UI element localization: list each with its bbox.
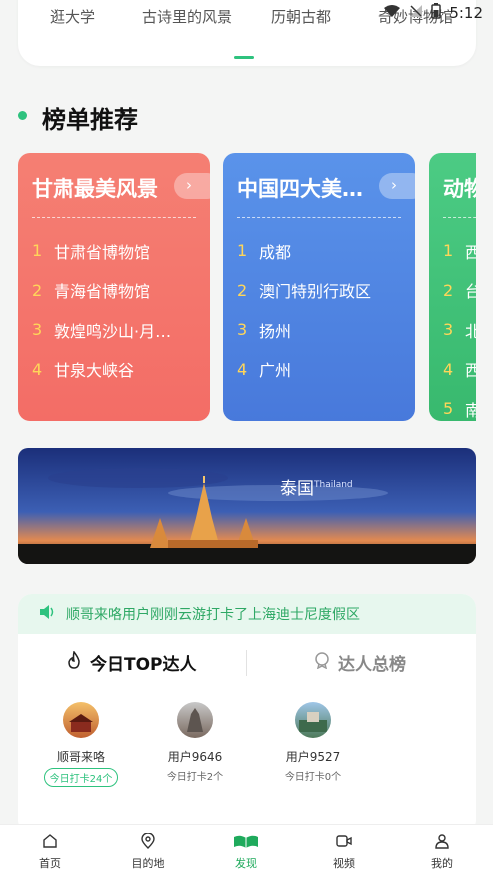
open-book-icon: [234, 835, 258, 848]
rank-item[interactable]: 1西: [443, 231, 476, 271]
flame-icon: [66, 649, 82, 674]
avatar: [177, 702, 213, 738]
rank-card-title: 动物: [443, 177, 476, 201]
user-item[interactable]: 用户9646 今日打卡2个: [140, 702, 250, 783]
segment-label: 达人总榜: [338, 654, 406, 675]
rank-card-carousel[interactable]: 甘肃最美风景 › 1 甘肃省博物馆 2 青海省博物馆 3 敦煌鸣沙山·月… 4 甘泉大峡…: [18, 153, 476, 421]
user-checkin-count: 今日打卡2个: [166, 772, 224, 783]
tab-university[interactable]: 逛大学: [50, 6, 95, 27]
rank-item[interactable]: 3 扬州: [237, 310, 405, 350]
home-icon: [43, 834, 57, 848]
rank-card-title: 甘肃最美风景: [32, 177, 158, 201]
battery-icon: [431, 3, 442, 23]
nav-label: 我的: [431, 857, 453, 870]
tab-poetry-scenery[interactable]: 古诗里的风景: [142, 6, 232, 27]
user-list: 顺哥来咯 今日打卡24个 用户9646 今日打卡2个 用户9527 今日打卡0个: [18, 702, 476, 802]
user-checkin-count: 今日打卡0个: [284, 772, 342, 783]
rank-item[interactable]: 3北: [443, 310, 476, 350]
rank-card-gansu[interactable]: 甘肃最美风景 › 1 甘肃省博物馆 2 青海省博物馆 3 敦煌鸣沙山·月… 4 甘泉大峡…: [18, 153, 210, 421]
rank-item[interactable]: 2台: [443, 271, 476, 311]
nav-label: 首页: [39, 857, 61, 870]
speaker-icon: [38, 604, 56, 624]
banner-subtitle: Thailand: [314, 480, 353, 490]
thailand-banner[interactable]: 泰国 Thailand: [18, 448, 476, 564]
wifi-icon: [383, 4, 401, 22]
tab-all-ranking[interactable]: 达人总榜: [314, 642, 406, 682]
tab-active-indicator: [234, 56, 254, 59]
rank-item[interactable]: 1 成都: [237, 231, 405, 271]
status-time: 5:12: [449, 4, 483, 22]
rank-item[interactable]: 3 敦煌鸣沙山·月…: [32, 310, 200, 350]
segment-divider: [246, 650, 247, 676]
banner-image: [18, 448, 476, 564]
banner-title: 泰国: [280, 479, 314, 499]
divider: [443, 217, 476, 218]
user-item[interactable]: 用户9527 今日打卡0个: [258, 702, 368, 783]
tab-ancient-capitals[interactable]: 历朝古都: [271, 6, 331, 27]
bottom-nav: 首页 目的地 发现 视频 我的: [0, 824, 493, 878]
section-dot: [18, 111, 27, 120]
rank-item[interactable]: 4 甘泉大峡谷: [32, 350, 200, 390]
divider: [32, 217, 196, 218]
rank-card-animals[interactable]: 动物 1西 2台 3北 4西 5南: [429, 153, 476, 421]
rank-item[interactable]: 5南: [443, 389, 476, 421]
tab-today-top[interactable]: 今日TOP达人: [66, 642, 197, 682]
nav-label: 目的地: [131, 857, 165, 870]
avatar: [63, 702, 99, 738]
nav-label: 发现: [235, 857, 257, 870]
video-icon: [336, 835, 352, 847]
rank-card-title: 中国四大美…: [237, 177, 363, 201]
nav-profile[interactable]: 我的: [412, 833, 472, 871]
user-name: 用户9646: [167, 750, 223, 764]
location-pin-icon: [141, 833, 155, 849]
rank-item[interactable]: 2 澳门特别行政区: [237, 271, 405, 311]
no-signal-icon: [409, 4, 423, 22]
user-checkin-count: 今日打卡24个: [43, 768, 119, 787]
medal-icon: [314, 651, 330, 674]
nav-label: 视频: [333, 857, 355, 870]
chevron-right-icon[interactable]: ›: [379, 173, 415, 199]
user-icon: [435, 834, 449, 849]
top-users-card: 顺哥来咯用户刚刚云游打卡了上海迪士尼度假区 今日TOP达人 达人总榜 顺哥来咯 …: [18, 594, 476, 834]
status-bar: 5:12: [383, 0, 483, 26]
segment-label: 今日TOP达人: [90, 654, 197, 675]
divider: [237, 217, 401, 218]
nav-home[interactable]: 首页: [20, 833, 80, 871]
notice-text: 顺哥来咯用户刚刚云游打卡了上海迪士尼度假区: [66, 607, 360, 623]
section-title: 榜单推荐: [42, 106, 138, 134]
nav-discover[interactable]: 发现: [216, 833, 276, 871]
user-name: 顺哥来咯: [56, 750, 105, 764]
rank-item[interactable]: 2 青海省博物馆: [32, 271, 200, 311]
chevron-right-icon[interactable]: ›: [174, 173, 210, 199]
checkin-notice[interactable]: 顺哥来咯用户刚刚云游打卡了上海迪士尼度假区: [18, 594, 476, 634]
nav-video[interactable]: 视频: [314, 833, 374, 871]
user-item[interactable]: 顺哥来咯 今日打卡24个: [26, 702, 136, 787]
avatar: [295, 702, 331, 738]
nav-destination[interactable]: 目的地: [118, 833, 178, 871]
rank-item[interactable]: 4 广州: [237, 350, 405, 390]
rank-card-four-beauties[interactable]: 中国四大美… › 1 成都 2 澳门特别行政区 3 扬州 4 广州: [223, 153, 415, 421]
user-name: 用户9527: [285, 750, 341, 764]
rank-item[interactable]: 4西: [443, 350, 476, 390]
rank-item[interactable]: 1 甘肃省博物馆: [32, 231, 200, 271]
